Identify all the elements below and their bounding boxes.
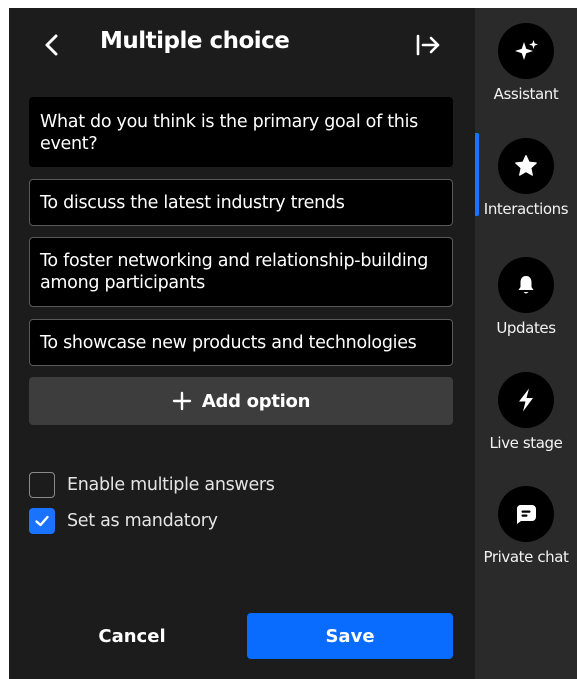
option-input-3[interactable]: To showcase new products and technologie… <box>29 319 453 366</box>
bell-icon <box>498 257 554 313</box>
cancel-button[interactable]: Cancel <box>49 613 215 659</box>
page-title: Multiple choice <box>100 28 290 54</box>
lightning-icon <box>498 372 554 428</box>
rail-label-private-chat: Private chat <box>483 548 569 566</box>
chat-icon <box>498 486 554 542</box>
mandatory-label: Set as mandatory <box>67 511 218 531</box>
rail-item-live-stage[interactable]: Live stage <box>475 372 577 452</box>
rail-item-updates[interactable]: Updates <box>475 257 577 337</box>
back-button[interactable] <box>39 30 65 60</box>
collapse-panel-button[interactable] <box>413 30 443 60</box>
app-window: Multiple choice What do you think is the… <box>9 8 577 679</box>
question-input[interactable]: What do you think is the primary goal of… <box>29 97 453 167</box>
sparkle-icon <box>498 23 554 79</box>
save-button[interactable]: Save <box>247 613 453 659</box>
multiple-answers-toggle[interactable]: Enable multiple answers <box>29 472 275 498</box>
arrow-right-to-bar-icon <box>416 34 440 56</box>
mandatory-toggle[interactable]: Set as mandatory <box>29 508 218 534</box>
add-option-button[interactable]: Add option <box>29 377 453 425</box>
plus-icon <box>172 391 192 411</box>
option-input-2[interactable]: To foster networking and relationship-bu… <box>29 237 453 307</box>
multiple-answers-checkbox[interactable] <box>29 472 55 498</box>
rail-item-assistant[interactable]: Assistant <box>475 23 577 103</box>
rail-label-interactions: Interactions <box>483 200 569 218</box>
rail-item-private-chat[interactable]: Private chat <box>475 486 577 566</box>
chevron-left-icon <box>45 34 58 56</box>
rail-label-live-stage: Live stage <box>489 434 563 452</box>
multiple-answers-label: Enable multiple answers <box>67 475 275 495</box>
check-icon <box>35 515 49 527</box>
rail-label-assistant: Assistant <box>493 85 559 103</box>
side-rail: Assistant Interactions Updates Live stag… <box>475 8 577 679</box>
add-option-label: Add option <box>201 390 311 412</box>
multiple-choice-panel: Multiple choice What do you think is the… <box>9 8 475 679</box>
option-input-1[interactable]: To discuss the latest industry trends <box>29 179 453 226</box>
star-icon <box>498 138 554 194</box>
rail-label-updates: Updates <box>496 319 556 337</box>
rail-item-interactions[interactable]: Interactions <box>475 138 577 218</box>
mandatory-checkbox[interactable] <box>29 508 55 534</box>
